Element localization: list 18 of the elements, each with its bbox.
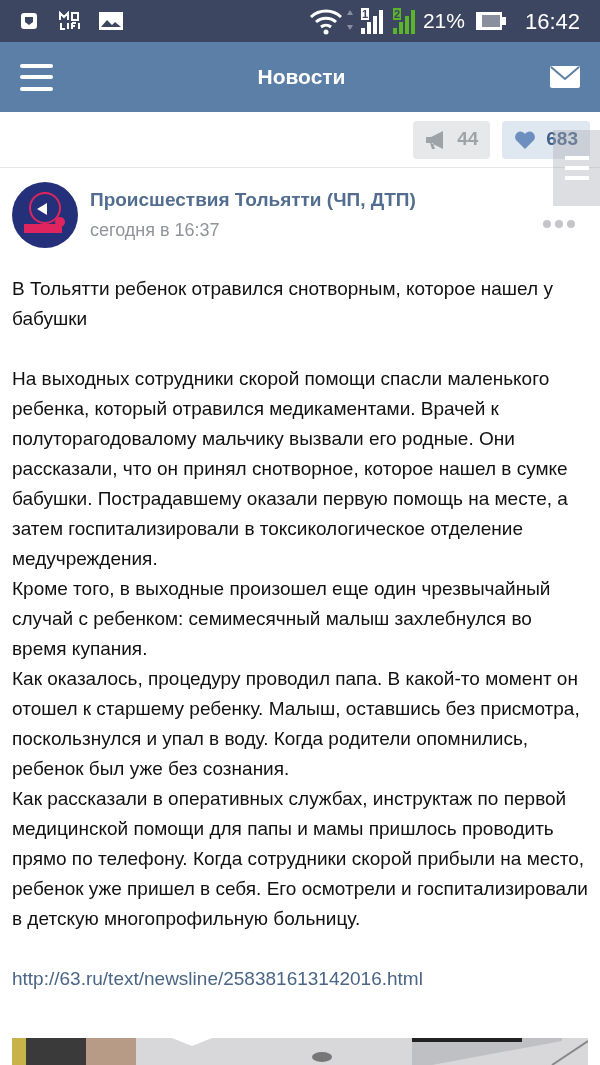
menu-icon[interactable] xyxy=(20,63,53,91)
wifi-icon xyxy=(308,7,355,35)
author-name[interactable]: Происшествия Тольятти (ЧП, ДТП) xyxy=(90,185,530,215)
post-title: В Тольятти ребенок отравился снотворным, которое нашел у бабушки xyxy=(12,277,554,331)
battery-icon xyxy=(474,11,507,31)
post-time: сегодня в 16:37 xyxy=(90,219,221,243)
battery-percent: 21% xyxy=(422,8,465,35)
shield-icon xyxy=(20,12,38,30)
envelope-icon[interactable] xyxy=(550,66,580,88)
image-icon xyxy=(98,11,124,31)
post-paragraph: Как рассказали в оперативных службах, инструктаж по первой медицинской помощи для папы и мамы пришлось проводить прямо по телефону. Когда сотрудники скорой прибыли на место, ребенок уже пришел в себя. Его осмотрели и госпитализировали в детскую многопрофильную больницу. xyxy=(12,787,588,931)
page-title: Новости xyxy=(257,64,346,91)
post-paragraph: Кроме того, в выходные произошел еще один чрезвычайный случай с ребенком: семимесячный малыш захлебнулся во время купания. xyxy=(12,577,552,661)
clock: 16:42 xyxy=(524,7,580,36)
post-paragraph: На выходных сотрудники скорой помощи спасли маленького ребенка, который отравился медикаментами. Врачей к полуторагодовалому мальчику вызвали его родные. Они рассказали, что он принял снотворное, которое нашел в сумке бабушки. Пострадавшему оказали первую помощь на месте, а затем госпитализировали в токсикологическое отделение медучреждения. xyxy=(12,367,569,571)
heart-icon xyxy=(514,129,537,150)
post-paragraph: Как оказалось, процедуру проводил папа. В какой-то момент он отошел к старшему ребенку. Малыш, оставшись без присмотра, поскользнулся и упал в воду. Когда родители опомнились, ребенок был уже без сознания. xyxy=(12,667,581,781)
post-link[interactable]: http://63.ru/text/newsline/258381613142016.html xyxy=(12,968,423,989)
